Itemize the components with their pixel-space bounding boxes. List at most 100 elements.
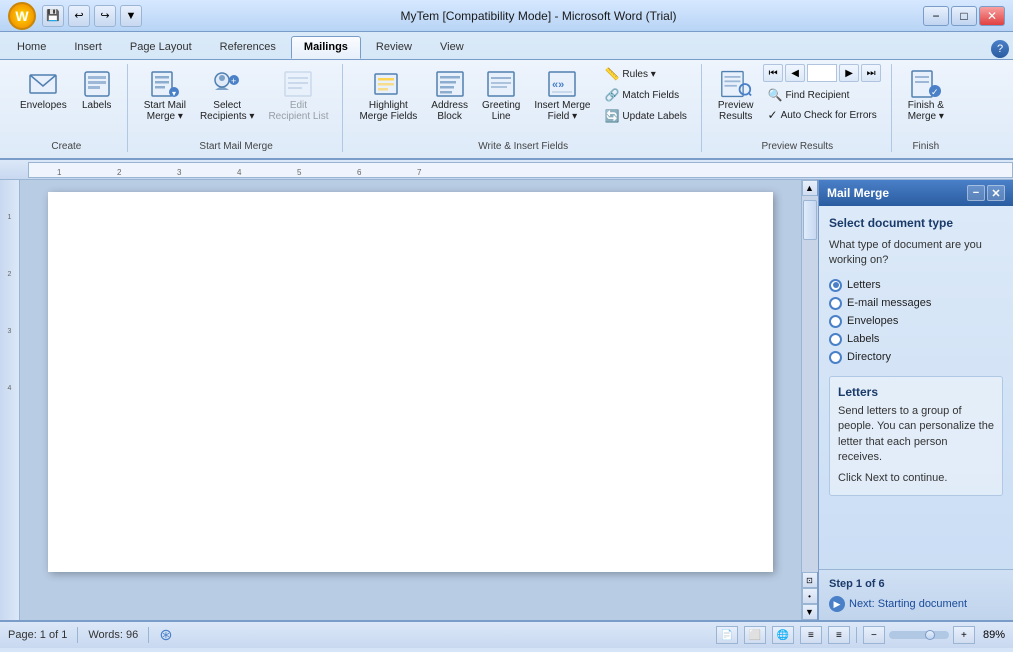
- status-separator-1: [77, 627, 78, 643]
- close-button[interactable]: ✕: [979, 6, 1005, 26]
- undo-button[interactable]: ↩: [68, 5, 90, 27]
- mm-minimize-button[interactable]: −: [967, 185, 985, 201]
- auto-check-button[interactable]: ✓ Auto Check for Errors: [762, 105, 883, 125]
- write-insert-group-label: Write & Insert Fields: [353, 141, 692, 152]
- scroll-down-button[interactable]: ▼: [802, 604, 818, 620]
- radio-email[interactable]: E-mail messages: [829, 297, 1003, 310]
- spell-check-icon[interactable]: ⊛: [159, 625, 172, 645]
- find-recipient-button[interactable]: 🔍 Find Recipient: [762, 85, 883, 105]
- mm-step: Step 1 of 6: [829, 578, 1003, 590]
- status-bar: Page: 1 of 1 Words: 96 ⊛ 📄 ⬜ 🌐 ≡ ≡ − + 8…: [0, 620, 1013, 648]
- page-status: Page: 1 of 1: [8, 629, 67, 641]
- full-screen-button[interactable]: ⬜: [744, 626, 766, 644]
- radio-email-circle: [829, 297, 842, 310]
- minimize-button[interactable]: −: [923, 6, 949, 26]
- ribbon-content: Envelopes Labels Create: [0, 59, 1013, 158]
- status-right: 📄 ⬜ 🌐 ≡ ≡ − + 89%: [716, 626, 1005, 644]
- radio-directory[interactable]: Directory: [829, 351, 1003, 364]
- vertical-scrollbar: ▲ ⊡ • ▼: [801, 180, 817, 620]
- tab-home[interactable]: Home: [4, 36, 59, 59]
- maximize-button[interactable]: □: [951, 6, 977, 26]
- ruler: 1 2 3 4 5 6 7: [0, 160, 1013, 180]
- preview-results-icon: [720, 68, 752, 100]
- tab-review[interactable]: Review: [363, 36, 425, 59]
- mm-header-controls: − ✕: [967, 185, 1005, 201]
- finish-merge-button[interactable]: ✓ Finish &Merge ▾: [902, 64, 950, 126]
- qat-dropdown[interactable]: ▼: [120, 5, 142, 27]
- radio-envelopes[interactable]: Envelopes: [829, 315, 1003, 328]
- insert-merge-field-button[interactable]: «» Insert MergeField ▾: [528, 64, 596, 126]
- svg-text:▾: ▾: [172, 89, 176, 98]
- rules-label: Rules ▾: [622, 69, 655, 80]
- web-layout-button[interactable]: 🌐: [772, 626, 794, 644]
- address-block-label: AddressBlock: [431, 100, 468, 122]
- redo-button[interactable]: ↪: [94, 5, 116, 27]
- edit-recipient-list-icon: [282, 68, 314, 100]
- greeting-line-icon: [485, 68, 517, 100]
- highlight-merge-fields-button[interactable]: HighlightMerge Fields: [353, 64, 423, 126]
- scroll-thumb[interactable]: [803, 200, 817, 240]
- mm-description-text: Send letters to a group of people. You c…: [838, 404, 994, 466]
- tab-mailings[interactable]: Mailings: [291, 36, 361, 59]
- zoom-in-button[interactable]: +: [953, 626, 975, 644]
- svg-text:✓: ✓: [931, 87, 939, 97]
- finish-merge-icon: ✓: [910, 68, 942, 100]
- print-layout-button[interactable]: 📄: [716, 626, 738, 644]
- mail-merge-footer: Step 1 of 6 ▶ Next: Starting document: [819, 569, 1013, 620]
- write-insert-small-buttons: 📏 Rules ▾ 🔗 Match Fields 🔄 Update Labels: [598, 64, 692, 126]
- next-record-button[interactable]: ▶: [839, 64, 859, 82]
- tab-view[interactable]: View: [427, 36, 477, 59]
- address-block-button[interactable]: AddressBlock: [425, 64, 474, 126]
- scroll-extra-1[interactable]: ⊡: [802, 572, 818, 588]
- start-mail-merge-button[interactable]: ▾ Start MailMerge ▾: [138, 64, 192, 126]
- mm-description-title: Letters: [838, 385, 994, 399]
- envelopes-icon: [27, 68, 59, 100]
- match-fields-button[interactable]: 🔗 Match Fields: [598, 85, 692, 105]
- preview-nav-row: ⏮ ◀ ▶ ⏭: [763, 64, 881, 82]
- tab-insert[interactable]: Insert: [61, 36, 115, 59]
- draft-button[interactable]: ≡: [828, 626, 850, 644]
- first-record-button[interactable]: ⏮: [763, 64, 783, 82]
- mm-next-label: Next: Starting document: [849, 598, 967, 610]
- record-number-input[interactable]: [807, 64, 837, 82]
- edit-recipient-list-button[interactable]: EditRecipient List: [262, 64, 334, 126]
- last-record-button[interactable]: ⏭: [861, 64, 881, 82]
- status-separator-2: [148, 627, 149, 643]
- zoom-slider[interactable]: [889, 631, 949, 639]
- radio-labels-label: Labels: [847, 333, 879, 345]
- preview-results-label: PreviewResults: [718, 100, 754, 122]
- mm-section-title: Select document type: [829, 216, 1003, 230]
- radio-labels-circle: [829, 333, 842, 346]
- mm-next-button[interactable]: ▶ Next: Starting document: [829, 596, 1003, 612]
- radio-letters[interactable]: Letters: [829, 279, 1003, 292]
- outline-button[interactable]: ≡: [800, 626, 822, 644]
- help-button[interactable]: ?: [991, 40, 1009, 58]
- create-group-content: Envelopes Labels: [14, 64, 119, 139]
- preview-nav: ⏮ ◀ ▶ ⏭ 🔍 Find Recipient ✓ Auto C: [762, 64, 883, 125]
- scroll-extra-2[interactable]: •: [802, 588, 818, 604]
- rules-button[interactable]: 📏 Rules ▾: [598, 64, 692, 84]
- zoom-thumb[interactable]: [925, 630, 935, 640]
- radio-envelopes-label: Envelopes: [847, 315, 898, 327]
- tab-references[interactable]: References: [207, 36, 289, 59]
- scroll-track[interactable]: [802, 196, 818, 572]
- select-recipients-button[interactable]: + SelectRecipients ▾: [194, 64, 261, 126]
- radio-letters-circle: [829, 279, 842, 292]
- envelopes-button[interactable]: Envelopes: [14, 64, 73, 115]
- zoom-out-button[interactable]: −: [863, 626, 885, 644]
- ribbon-tabs: Home Insert Page Layout References Maili…: [0, 32, 1013, 59]
- labels-button[interactable]: Labels: [75, 64, 119, 115]
- radio-directory-circle: [829, 351, 842, 364]
- greeting-line-button[interactable]: GreetingLine: [476, 64, 526, 126]
- update-labels-button[interactable]: 🔄 Update Labels: [598, 106, 692, 126]
- preview-results-button[interactable]: PreviewResults: [712, 64, 760, 126]
- prev-record-button[interactable]: ◀: [785, 64, 805, 82]
- office-button[interactable]: W: [8, 2, 36, 30]
- save-button[interactable]: 💾: [42, 5, 64, 27]
- scroll-up-button[interactable]: ▲: [802, 180, 818, 196]
- tab-page-layout[interactable]: Page Layout: [117, 36, 205, 59]
- zoom-section: − + 89%: [863, 626, 1005, 644]
- preview-results-content: PreviewResults ⏮ ◀ ▶ ⏭ 🔍 Find Recipient: [712, 64, 883, 126]
- radio-labels[interactable]: Labels: [829, 333, 1003, 346]
- mm-close-button[interactable]: ✕: [987, 185, 1005, 201]
